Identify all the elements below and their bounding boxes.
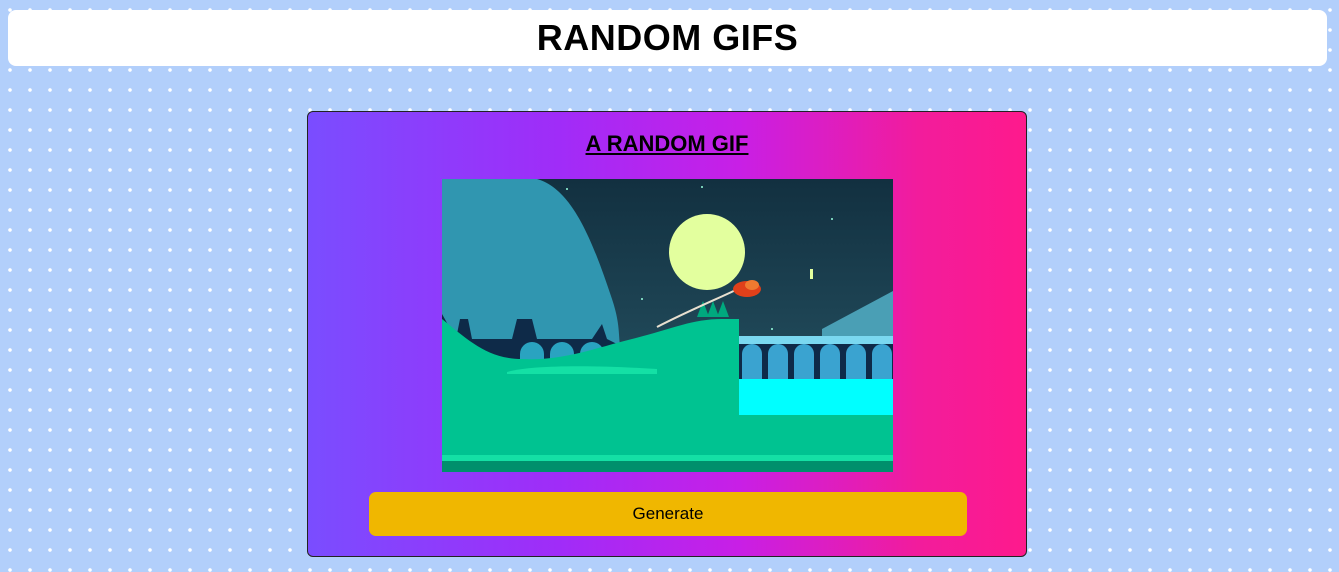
random-gif-image <box>442 179 893 472</box>
gif-card: A RANDOM GIF Generate <box>307 111 1027 557</box>
page-header: RANDOM GIFS <box>8 10 1327 66</box>
card-title: A RANDOM GIF <box>585 131 749 156</box>
page-title: RANDOM GIFS <box>536 17 799 58</box>
generate-button[interactable]: Generate <box>369 492 967 536</box>
